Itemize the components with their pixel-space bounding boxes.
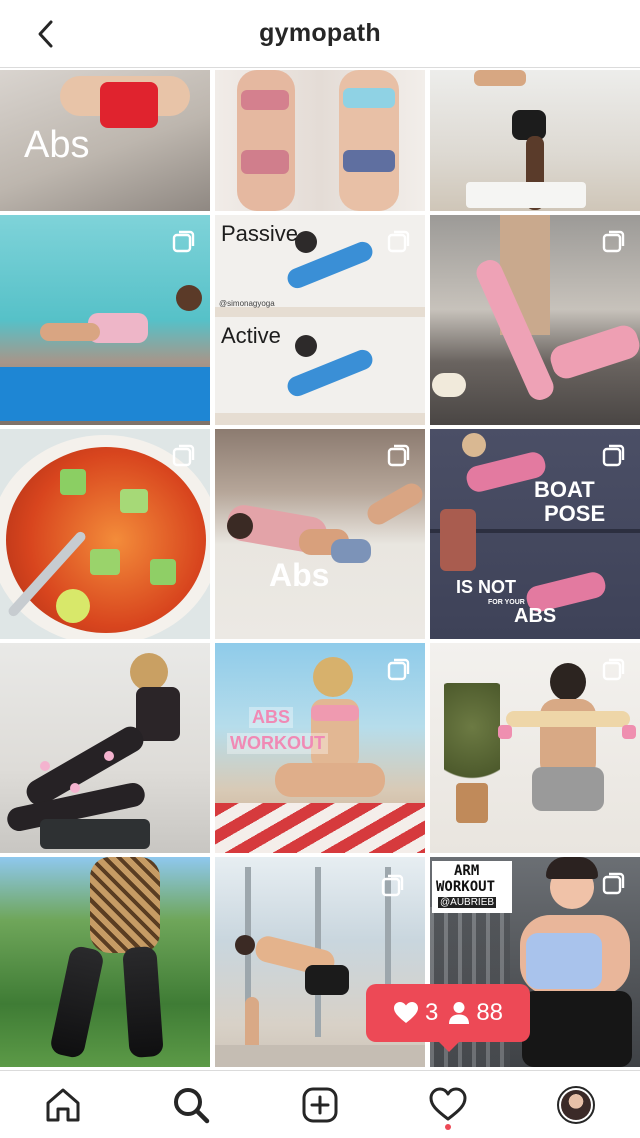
multiple-photos-icon	[602, 230, 625, 253]
post-tile[interactable]: Abs	[0, 70, 210, 211]
post-tile[interactable]	[0, 215, 210, 425]
search-icon	[174, 1088, 210, 1124]
post-tile[interactable]	[430, 70, 640, 211]
post-tile[interactable]	[0, 643, 210, 853]
followers-count: 88	[476, 999, 504, 1026]
tile-overlay-text: BOAT	[534, 477, 595, 502]
multiple-photos-icon	[172, 444, 195, 467]
multiple-photos-icon	[602, 872, 625, 895]
tile-overlay-text: ABS	[249, 707, 294, 728]
tile-overlay-text: Abs	[269, 557, 330, 593]
tab-activity[interactable]	[426, 1083, 470, 1130]
tile-overlay-handle: @simonagyoga	[219, 299, 275, 308]
back-button[interactable]	[26, 14, 66, 54]
post-tile[interactable]: ABS WORKOUT	[215, 643, 425, 853]
tile-overlay-text: @AUBRIEB	[438, 897, 497, 908]
profile-avatar	[557, 1086, 595, 1124]
post-tile[interactable]	[430, 643, 640, 853]
person-icon	[449, 1002, 470, 1024]
followers-count-group: 88	[448, 999, 503, 1027]
tab-profile[interactable]	[554, 1083, 598, 1127]
post-tile[interactable]	[0, 429, 210, 639]
home-icon	[46, 1088, 80, 1122]
multiple-photos-icon	[602, 658, 625, 681]
tile-overlay-text: IS NOT	[456, 577, 517, 597]
post-tile[interactable]: Abs	[215, 429, 425, 639]
post-tile[interactable]: BOAT POSE IS NOT FOR YOUR ABS	[430, 429, 640, 639]
likes-count: 3	[424, 999, 439, 1026]
post-tile[interactable]	[215, 70, 425, 211]
chevron-left-icon	[38, 20, 53, 48]
post-tile[interactable]	[430, 215, 640, 425]
heart-icon	[393, 1002, 418, 1023]
tile-overlay-text: Passive	[221, 221, 299, 246]
posts-grid: Abs Passive @simonagyoga Active Abs BOAT…	[0, 70, 640, 1068]
multiple-photos-icon	[172, 230, 195, 253]
tile-overlay-text: Abs	[24, 124, 90, 166]
multiple-photos-icon	[387, 444, 410, 467]
tile-overlay-text: ARM	[454, 863, 480, 879]
tile-overlay-text: WORKOUT	[227, 733, 328, 754]
post-tile[interactable]: Passive @simonagyoga Active	[215, 215, 425, 425]
multiple-photos-icon	[387, 658, 410, 681]
tab-search[interactable]	[169, 1083, 213, 1127]
activity-notification-bubble[interactable]: 3 88	[366, 984, 530, 1052]
profile-username-title: gymopath	[259, 19, 381, 47]
tile-overlay-text: POSE	[544, 501, 606, 526]
bottom-tab-bar	[0, 1070, 640, 1138]
likes-count-group: 3	[393, 999, 438, 1027]
multiple-photos-icon	[602, 444, 625, 467]
tile-overlay-text: ABS	[514, 605, 557, 627]
activity-indicator-dot	[445, 1124, 451, 1130]
tile-overlay-text: WORKOUT	[436, 879, 496, 895]
post-tile[interactable]	[0, 857, 210, 1067]
tab-home[interactable]	[41, 1083, 85, 1127]
add-post-icon	[302, 1087, 338, 1123]
multiple-photos-icon	[387, 230, 410, 253]
top-bar: gymopath	[0, 0, 640, 68]
tab-new-post[interactable]	[298, 1083, 342, 1127]
activity-heart-icon	[429, 1087, 467, 1121]
tile-overlay-text: Active	[221, 323, 281, 348]
multiple-photos-icon	[381, 874, 404, 897]
